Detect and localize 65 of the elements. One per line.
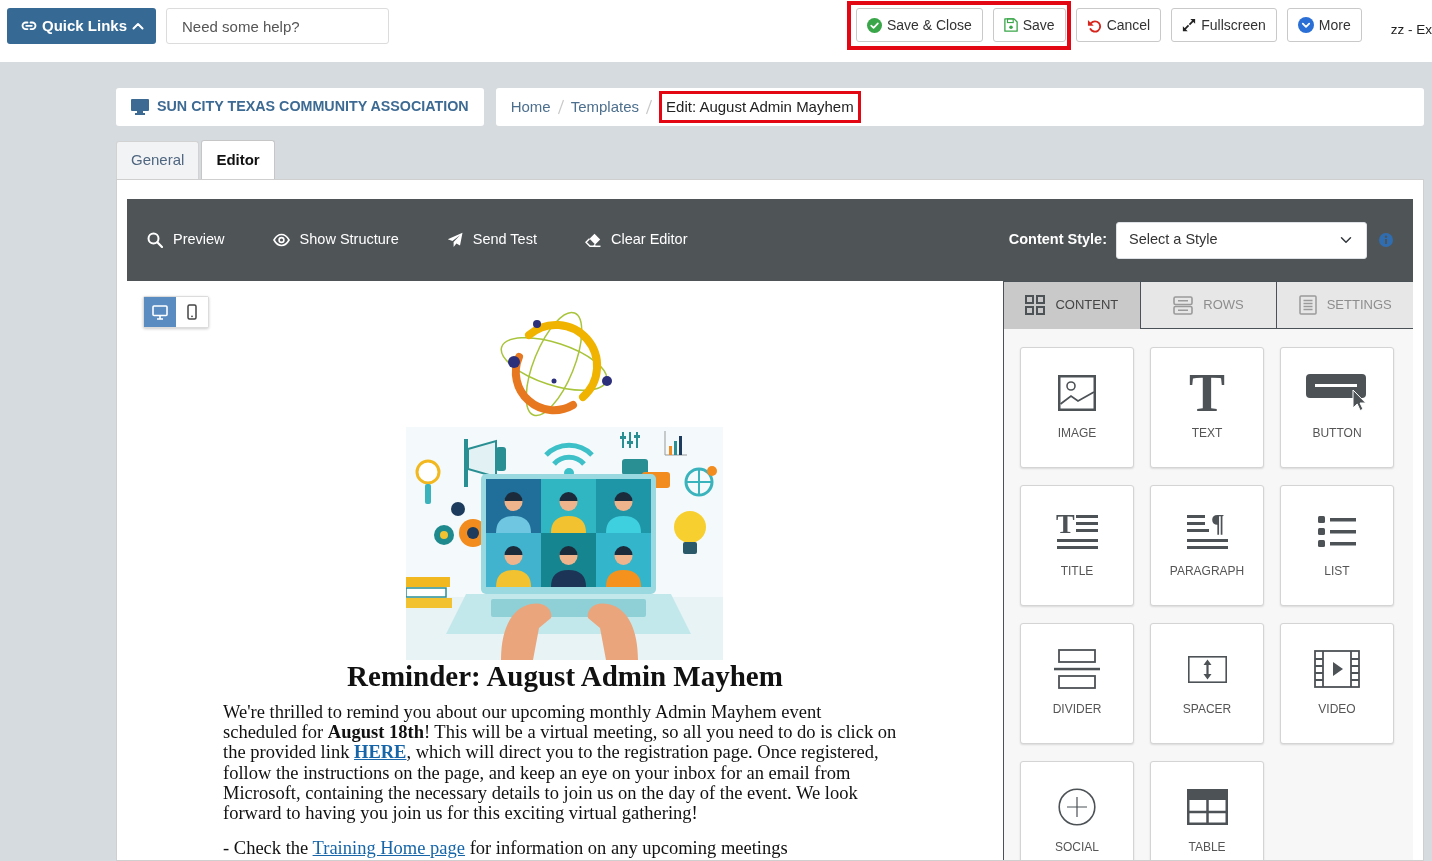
grid-icon [1025,295,1046,315]
content-block-tile[interactable]: T TEXT [1150,347,1264,468]
content-style-label: Content Style: [1008,230,1107,250]
content-block-tile[interactable]: SOCIAL [1020,761,1134,860]
show-structure-button[interactable]: Show Structure [272,229,399,251]
monitor-icon [131,99,149,115]
inline-link[interactable]: Training Home page [312,838,465,859]
check-circle-icon [866,17,882,33]
search-icon [147,232,163,248]
organization-name: SUN CITY TEXAS COMMUNITY ASSOCIATION [157,97,469,117]
rows-icon [1173,295,1194,315]
divider-icon [1054,649,1100,689]
clear-editor-button[interactable]: Clear Editor [584,229,688,251]
table-grid-icon [1186,789,1228,825]
content-block-tile[interactable]: BUTTON [1280,347,1394,468]
document-lines-icon [1298,295,1317,315]
letter-t-icon: T [1189,373,1225,413]
content-block-tile[interactable]: T TITLE [1020,485,1134,606]
content-block-tile[interactable]: VIDEO [1280,623,1394,744]
content-block-tile[interactable]: SPACER [1150,623,1264,744]
tab[interactable]: Editor [201,140,275,179]
chevron-up-icon [132,20,145,32]
eraser-icon [584,232,601,248]
plus-circle-icon [1058,788,1096,826]
fullscreen-button[interactable]: Fullscreen [1171,8,1277,42]
email-paragraph: - Check the Training Home page for information on any upcoming meetings [223,838,789,859]
mobile-view-button[interactable] [176,297,208,327]
content-block-tile[interactable]: DIVIDER [1020,623,1134,744]
monitor-icon [152,304,168,320]
paper-plane-icon [446,232,463,248]
content-block-tile[interactable]: ¶ PARAGRAPH [1150,485,1264,606]
style-select[interactable]: Select a Style [1116,221,1367,259]
cancel-button[interactable]: Cancel [1075,8,1162,42]
inline-link[interactable]: HERE [354,742,407,763]
film-strip-icon [1314,650,1360,688]
slash-separator-icon [645,99,654,115]
undo-arrow-icon [1086,17,1102,33]
phone-icon [187,304,197,320]
vertical-arrow-box-icon [1187,655,1227,683]
content-block-tile[interactable]: LIST [1280,485,1394,606]
send-test-button[interactable]: Send Test [446,229,537,251]
help-search-field[interactable]: Need some help? [166,8,390,44]
save-close-button[interactable]: Save & Close [855,8,983,42]
bullet-list-icon [1318,515,1356,547]
eye-icon [272,233,290,247]
user-name: zz - Ex [1390,21,1432,39]
breadcrumb-link[interactable]: Templates [570,95,640,119]
panel-tab[interactable]: CONTENT [1004,282,1140,329]
slash-separator-icon [556,99,565,115]
chevron-down-circle-icon [1297,17,1314,33]
breadcrumb-link[interactable]: Home [510,95,551,119]
content-block-tile[interactable]: TABLE [1150,761,1264,860]
expand-arrows-icon [1182,18,1197,32]
email-title: Reminder: August Admin Mayhem [346,662,784,691]
tab[interactable]: General [116,141,200,179]
email-paragraph: We're thrilled to remind you about our upcoming monthly Admin Mayhem event scheduled for August 18th! This will be a virtual meeting, so all you need to do is click on the provided link HERE, which will direct you to the registration page. Once registered, follow the instructions on the page, and keep an eye on your inbox for an email from Microsoft, containing the necessary details to join us on the day of the event. We look forward to having you join us for this exciting virtual gathering! [223,702,898,824]
picture-frame-icon [1058,375,1096,411]
more-button[interactable]: More [1286,8,1362,42]
save-button[interactable]: Save [992,8,1066,42]
preview-button[interactable]: Preview [147,229,225,251]
button-cursor-icon [1306,374,1368,412]
content-block-tile[interactable]: IMAGE [1020,347,1134,468]
breadcrumb-current: Edit: August Admin Mayhem [666,97,854,115]
desktop-view-button[interactable] [144,297,176,327]
quick-links-button[interactable]: Quick Links [7,8,157,44]
